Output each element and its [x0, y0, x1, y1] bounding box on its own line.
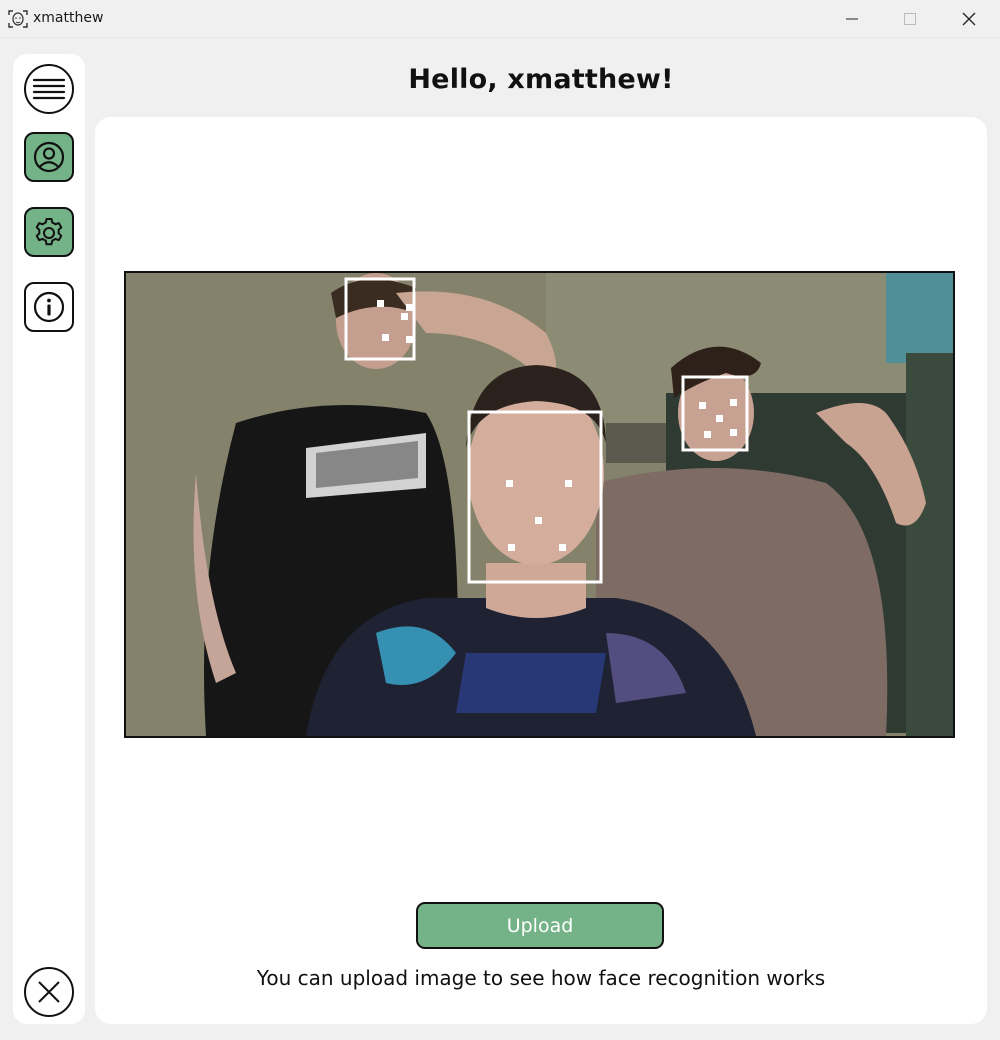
close-icon [38, 981, 60, 1003]
window-title: xmatthew [33, 10, 104, 26]
upload-button[interactable]: Upload [416, 902, 664, 949]
info-icon [33, 291, 65, 323]
info-button[interactable] [24, 282, 74, 332]
face-scan-icon [8, 9, 28, 29]
page-title: Hello, xmatthew! [408, 64, 674, 95]
close-icon [962, 12, 976, 26]
settings-button[interactable] [24, 207, 74, 257]
title-bar: xmatthew [0, 0, 1000, 38]
upload-hint: You can upload image to see how face rec… [256, 966, 826, 990]
maximize-icon [904, 13, 916, 25]
sidebar [13, 54, 85, 1024]
recognition-image [124, 271, 955, 738]
maximize-button[interactable] [881, 0, 939, 38]
profile-button[interactable] [24, 132, 74, 182]
exit-button[interactable] [24, 967, 74, 1017]
user-profile-icon [33, 141, 65, 173]
hamburger-menu-icon [32, 78, 66, 100]
minimize-button[interactable] [823, 0, 881, 38]
menu-button[interactable] [24, 64, 74, 114]
gear-icon [35, 218, 63, 246]
close-window-button[interactable] [940, 0, 998, 38]
minimize-icon [846, 18, 858, 20]
